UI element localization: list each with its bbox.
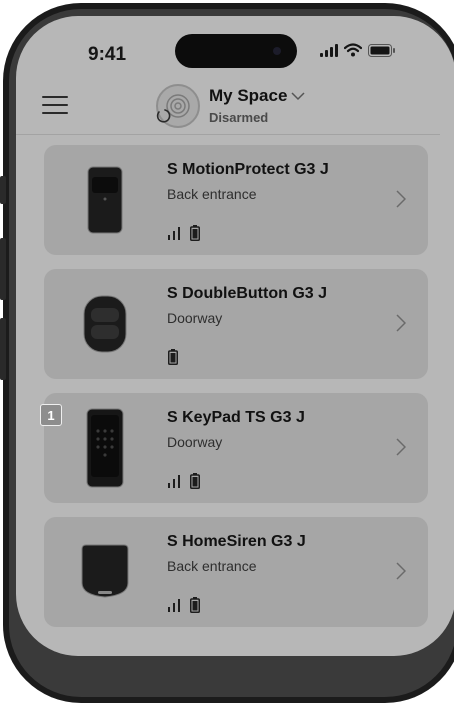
sync-icon	[156, 109, 171, 123]
device-room: Doorway	[167, 434, 223, 450]
device-card[interactable]: S KeyPad TS G3 J Doorway	[44, 393, 428, 503]
cellular-signal-icon	[320, 43, 338, 57]
battery-icon	[168, 349, 178, 365]
chevron-right-icon	[396, 438, 406, 456]
device-room: Doorway	[167, 310, 223, 326]
volume-up-button	[0, 238, 6, 300]
mute-switch	[0, 176, 6, 204]
chevron-right-icon	[396, 562, 406, 580]
device-card[interactable]: S DoubleButton G3 J Doorway	[44, 269, 428, 379]
battery-icon	[190, 225, 200, 241]
signal-icon	[168, 598, 180, 612]
hamburger-menu-icon[interactable]	[42, 96, 68, 120]
motion-detector-image	[74, 145, 136, 255]
double-button-image	[74, 269, 136, 379]
device-card[interactable]: S MotionProtect G3 J Back entrance	[44, 145, 428, 255]
device-card[interactable]: S HomeSiren G3 J Back entrance	[44, 517, 428, 627]
chevron-right-icon	[396, 314, 406, 332]
space-status: Disarmed	[209, 110, 269, 125]
keypad-image	[74, 393, 136, 503]
status-time: 9:41	[88, 44, 127, 65]
camera-icon	[273, 47, 281, 55]
device-name: S HomeSiren G3 J	[167, 533, 306, 550]
signal-icon	[168, 226, 180, 240]
battery-icon	[190, 473, 200, 489]
space-selector[interactable]: My Space	[209, 86, 305, 106]
device-room: Back entrance	[167, 186, 257, 202]
step-badge: 1	[40, 404, 62, 426]
battery-status-icon	[368, 43, 396, 57]
device-name: S MotionProtect G3 J	[167, 161, 329, 178]
wifi-icon	[344, 43, 362, 57]
chevron-down-icon	[291, 89, 305, 104]
device-room: Back entrance	[167, 558, 257, 574]
battery-icon	[190, 597, 200, 613]
device-name: S KeyPad TS G3 J	[167, 409, 305, 426]
status-icons	[320, 43, 396, 57]
device-name: S DoubleButton G3 J	[167, 285, 327, 302]
dynamic-island	[175, 34, 297, 68]
chevron-right-icon	[396, 190, 406, 208]
volume-down-button	[0, 318, 6, 380]
space-name: My Space	[209, 86, 288, 105]
header-divider	[16, 134, 440, 135]
signal-icon	[168, 474, 180, 488]
siren-image	[74, 517, 136, 627]
